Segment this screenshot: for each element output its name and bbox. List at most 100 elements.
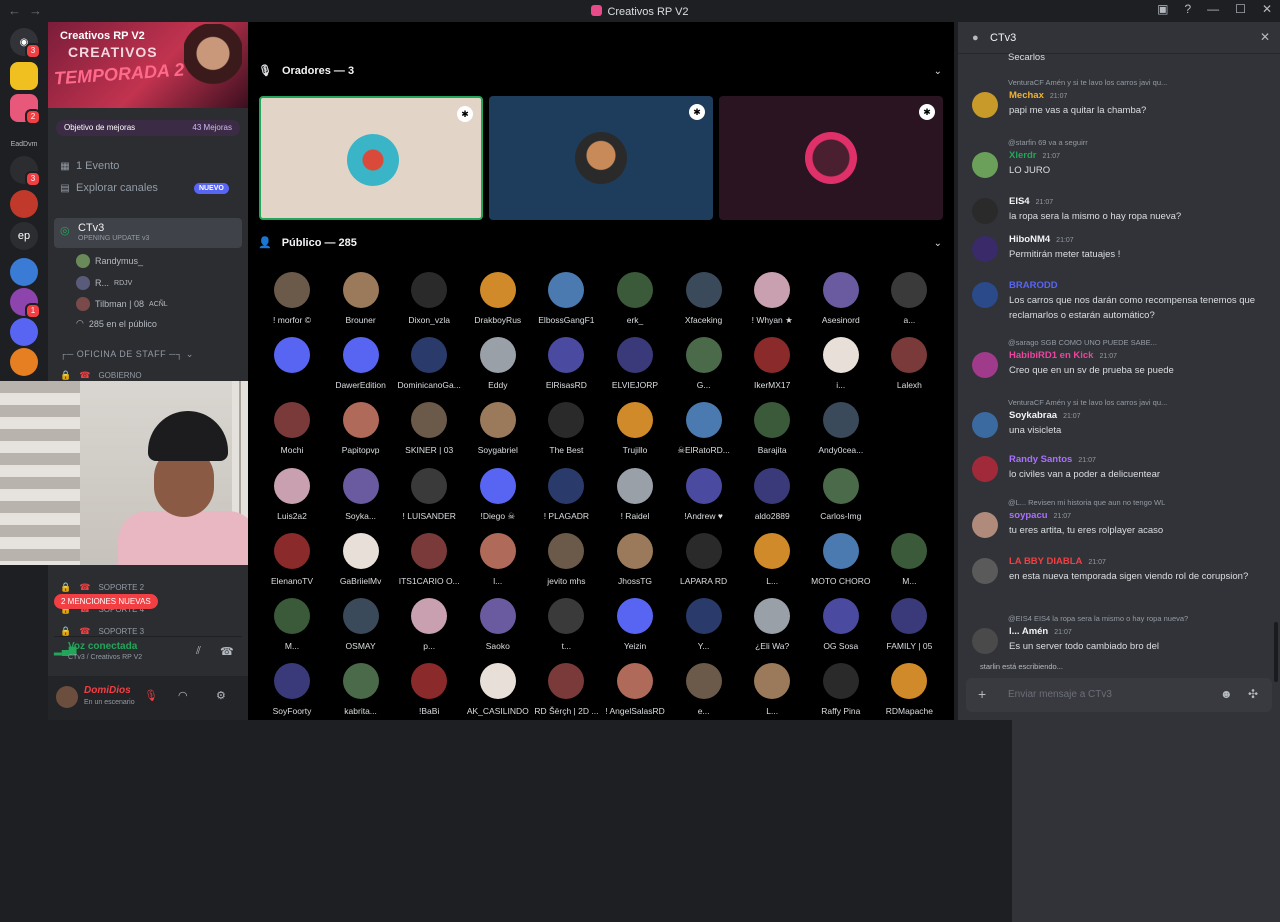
emoji-icon[interactable]: ☻ (1220, 687, 1233, 701)
audience-member[interactable]: Carlos-lmg (801, 467, 881, 521)
avatar[interactable] (972, 628, 998, 654)
message-text: Es un server todo cambiado bro del (1009, 641, 1159, 652)
avatar[interactable] (56, 686, 78, 708)
voice-user[interactable]: R... RDJV (76, 276, 132, 290)
reply-preview[interactable]: @L... Revisen mi historia que aun no ten… (1008, 498, 1270, 507)
scrollbar[interactable] (1274, 622, 1278, 682)
category-staff[interactable]: ┌─ OFICINA DE STAFF ─┐ ⌄ (60, 349, 194, 360)
server-list: ◉ 3 2 EadDvm 3 ep 1 (0, 22, 48, 720)
message-author[interactable]: Xlerdr 21:07 (1009, 150, 1060, 161)
message-text: lo civiles van a poder a delicuentear (1009, 469, 1161, 480)
message-author[interactable]: BRARODD (1009, 280, 1064, 291)
server-icon[interactable] (10, 318, 38, 346)
reply-preview[interactable]: VenturaCF Amén y si te lavo los carros j… (1008, 398, 1270, 407)
avatar[interactable] (972, 198, 998, 224)
avatar (805, 132, 857, 184)
reply-preview[interactable]: @EIS4 EIS4 la ropa sera la mismo o hay r… (1008, 614, 1270, 623)
chat-bubble-icon: ● (972, 32, 979, 44)
stage-icon: ◎ (60, 225, 70, 237)
message-timestamp: 21:07 (1054, 629, 1072, 636)
help-icon[interactable]: ? (1184, 2, 1191, 16)
message-author[interactable]: LA BBY DIABLA 21:07 (1009, 556, 1106, 567)
new-mentions-badge[interactable]: 2 MENCIONES NUEVAS (54, 594, 158, 609)
server-icon[interactable] (10, 258, 38, 286)
avatar[interactable] (972, 412, 998, 438)
server-icon[interactable]: 3 (10, 156, 41, 187)
avatar[interactable] (972, 456, 998, 482)
inbox-icon[interactable]: ▣ (1157, 2, 1168, 16)
avatar (822, 598, 859, 634)
avatar (479, 337, 516, 374)
avatar[interactable] (972, 512, 998, 538)
server-banner[interactable]: Creativos RP V2 CREATIVOS TEMPORADA 2 (48, 22, 248, 108)
voice-user[interactable]: Randymus_ (76, 254, 143, 268)
avatar (342, 467, 379, 504)
explore-channels-row[interactable]: ▤ Explorar canales NUEVO (60, 182, 229, 194)
avatar[interactable] (972, 236, 998, 262)
chevron-down-icon[interactable]: ⌄ (934, 66, 942, 77)
channel-ctv3[interactable]: ◎ CTv3 OPENING UPDATE v3 ● (54, 218, 1280, 922)
chevron-down-icon[interactable]: ⌄ (934, 238, 942, 249)
message-author[interactable]: soypacu 21:07 (1009, 510, 1071, 521)
avatar[interactable] (972, 282, 998, 308)
message-input[interactable]: Enviar mensaje a CTv3 (1008, 689, 1112, 700)
audience-member[interactable]: Lalexh (869, 337, 949, 390)
message-author[interactable]: Randy Santos 21:07 (1009, 454, 1096, 465)
minimize-icon[interactable]: — (1207, 2, 1219, 16)
server-icon[interactable]: 2 (10, 94, 41, 125)
audience-member[interactable]: Andy0cea... (801, 402, 881, 455)
speaker-tile[interactable]: ✱ (259, 96, 483, 220)
reply-preview[interactable]: @starfin 69 va a seguirr (1008, 138, 1270, 147)
avatar[interactable] (972, 152, 998, 178)
avatar[interactable] (972, 352, 998, 378)
noise-suppression-icon[interactable]: ⫽ (196, 645, 201, 658)
avatar (342, 663, 379, 700)
public-count[interactable]: ◠ 285 en el público (76, 318, 157, 329)
close-window-icon[interactable]: ✕ (1262, 2, 1272, 16)
audience-member[interactable]: FAMILY | 05 (869, 598, 949, 651)
avatar[interactable] (972, 558, 998, 584)
avatar (76, 297, 90, 311)
locked-channel[interactable]: 🔒 ☎ SOPORTE 2 (60, 582, 144, 593)
events-row[interactable]: ▦ 1 Evento (60, 160, 119, 172)
server-label[interactable]: ep (10, 222, 38, 250)
locked-channel[interactable]: 🔒 ☎ GOBIERNO (60, 370, 142, 381)
server-icon[interactable] (10, 190, 38, 218)
app-icon (591, 5, 603, 16)
voice-user[interactable]: Tilbman | 08 ACÑL (76, 297, 168, 311)
message-author[interactable]: Mechax 21:07 (1009, 90, 1067, 101)
close-icon[interactable]: ✕ (1260, 30, 1270, 44)
reply-preview[interactable]: VenturaCF Amén y si te lavo los carros j… (1008, 78, 1270, 87)
add-attachment-icon[interactable]: + (978, 686, 986, 702)
settings-gear-icon[interactable]: ⚙ (216, 689, 226, 702)
boost-goal-bar[interactable]: Objetivo de mejoras 43 Mejoras (56, 120, 240, 136)
speaker-tile[interactable]: ✱ (489, 96, 713, 220)
speaker-tile[interactable]: ✱ (719, 96, 943, 220)
headphones-icon[interactable]: ◠ (178, 689, 188, 702)
audience-member-name: RDMapache (885, 706, 934, 717)
audience-member[interactable]: a... (869, 272, 949, 325)
server-label[interactable]: EadDvm (10, 130, 38, 158)
discord-home-icon[interactable]: ◉ 3 (10, 28, 41, 59)
message-author[interactable]: HiboNM4 21:07 (1009, 234, 1074, 245)
message-author[interactable]: HabibiRD1 en Kick 21:07 (1009, 350, 1117, 361)
message-author[interactable]: Soykabraa 21:07 (1009, 410, 1081, 421)
mute-icon[interactable]: 🎙 (144, 689, 158, 702)
message-author[interactable]: EIS4 21:07 (1009, 196, 1053, 207)
avatar (548, 272, 585, 308)
avatar[interactable] (972, 92, 998, 118)
speakers-header[interactable]: 🎙 Oradores — 3 (258, 64, 354, 78)
avatar (274, 467, 310, 504)
audience-member[interactable]: RDMapache (869, 663, 949, 716)
server-icon[interactable] (10, 62, 38, 90)
reply-preview[interactable]: @sarago SGB COMO UNO PUEDE SABE... (1008, 338, 1270, 347)
apps-icon[interactable]: ✣ (1248, 687, 1258, 701)
audience-member[interactable]: M... (869, 532, 949, 586)
server-name[interactable]: Creativos RP V2 (60, 30, 145, 42)
server-icon[interactable] (10, 348, 38, 376)
server-icon[interactable]: 1 (10, 288, 41, 319)
audience-header[interactable]: 👤 Público — 285 (258, 236, 357, 250)
message-author[interactable]: l... Amén 21:07 (1009, 626, 1072, 637)
disconnect-icon[interactable]: ☎ (220, 645, 234, 658)
maximize-icon[interactable]: ☐ (1235, 2, 1246, 16)
